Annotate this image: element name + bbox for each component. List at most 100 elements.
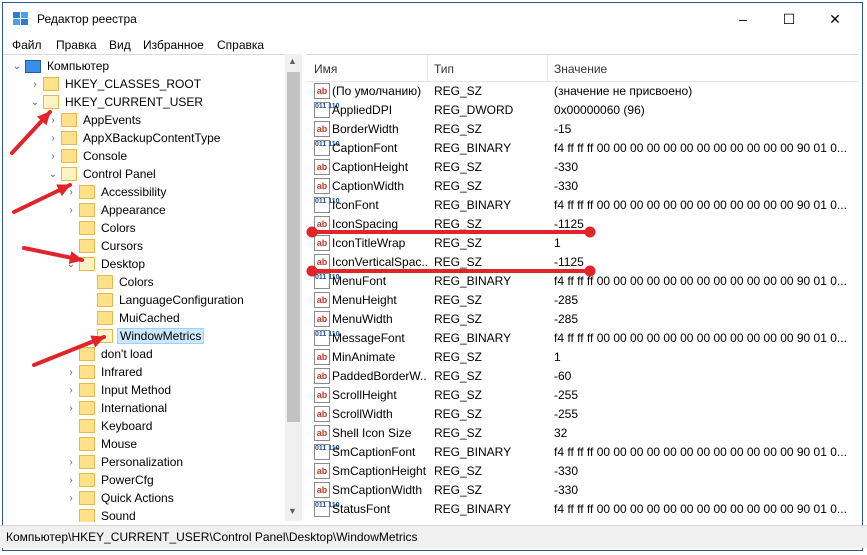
chevron-down-icon[interactable]: ⌄ — [65, 259, 77, 270]
scroll-down-icon[interactable]: ▼ — [288, 506, 297, 516]
value-row[interactable]: ab CaptionWidth REG_SZ -330 — [306, 177, 858, 196]
tree-item[interactable]: › Console — [47, 147, 129, 165]
chevron-right-icon[interactable]: › — [65, 457, 77, 468]
menu-file[interactable]: Файл — [12, 38, 42, 52]
tree-item-label: Sound — [101, 509, 136, 522]
value-row[interactable]: 011 110 SmCaptionFont REG_BINARY f4 ff ff f… — [306, 443, 858, 462]
tree-item[interactable]: Colors — [65, 219, 138, 237]
binary-value-icon: 011 110 — [314, 102, 340, 118]
chevron-right-icon[interactable]: › — [65, 403, 77, 414]
chevron-down-icon[interactable]: ⌄ — [11, 61, 23, 72]
value-type: REG_SZ — [434, 293, 483, 307]
chevron-right-icon[interactable]: › — [65, 475, 77, 486]
tree-item[interactable]: Keyboard — [65, 417, 154, 435]
chevron-right-icon[interactable]: › — [29, 79, 41, 90]
value-type: REG_SZ — [434, 312, 483, 326]
tree-item[interactable]: Sound — [65, 507, 138, 522]
chevron-right-icon[interactable]: › — [65, 367, 77, 378]
chevron-right-icon[interactable]: › — [65, 205, 77, 216]
value-row[interactable]: ab BorderWidth REG_SZ -15 — [306, 120, 858, 139]
value-row[interactable]: ab CaptionHeight REG_SZ -330 — [306, 158, 858, 177]
value-row[interactable]: 011 110 MenuFont REG_BINARY f4 ff ff ff 00 … — [306, 272, 858, 291]
value-row[interactable]: ab PaddedBorderW... REG_SZ -60 — [306, 367, 858, 386]
menu-favorites[interactable]: Избранное — [143, 38, 204, 52]
column-separator[interactable] — [547, 55, 548, 81]
tree-item[interactable]: › PowerCfg — [65, 471, 156, 489]
maximize-button[interactable]: ☐ — [766, 3, 812, 35]
chevron-right-icon[interactable]: › — [65, 493, 77, 504]
value-row[interactable]: 011 110 IconFont REG_BINARY f4 ff ff ff 00 … — [306, 196, 858, 215]
value-value: -15 — [554, 122, 572, 136]
chevron-down-icon[interactable]: ⌄ — [47, 169, 59, 180]
value-row[interactable]: ab ScrollHeight REG_SZ -255 — [306, 386, 858, 405]
registry-tree[interactable]: ⌄ Компьютер › HKEY_CLASSES_ROOT ⌄ HKEY_CURREN… — [3, 54, 285, 522]
tree-item[interactable]: Colors — [83, 273, 156, 291]
value-row[interactable]: 011 110 AppliedDPI REG_DWORD 0x00000060 (96… — [306, 101, 858, 120]
tree-item[interactable]: Cursors — [65, 237, 145, 255]
tree-item[interactable]: › International — [65, 399, 169, 417]
value-row[interactable]: ab ScrollWidth REG_SZ -255 — [306, 405, 858, 424]
chevron-down-icon[interactable]: ⌄ — [29, 97, 41, 108]
value-row[interactable]: 011 110 MessageFont REG_BINARY f4 ff ff ff … — [306, 329, 858, 348]
tree-item[interactable]: › HKEY_CLASSES_ROOT — [29, 75, 203, 93]
value-type: REG_SZ — [434, 84, 483, 98]
menu-edit[interactable]: Правка — [56, 38, 97, 52]
value-value: -255 — [554, 407, 579, 421]
tree-item[interactable]: ⌄ Control Panel — [47, 165, 158, 183]
column-name-header[interactable]: Имя — [314, 62, 337, 76]
value-row[interactable]: ab MinAnimate REG_SZ 1 — [306, 348, 858, 367]
chevron-right-icon[interactable]: › — [65, 385, 77, 396]
tree-scroll-thumb[interactable] — [287, 72, 300, 422]
value-row[interactable]: ab MenuHeight REG_SZ -285 — [306, 291, 858, 310]
tree-item[interactable]: ⌄ Компьютер — [11, 57, 111, 75]
folder-icon — [79, 509, 95, 522]
value-row[interactable]: ab Shell Icon Size REG_SZ 32 — [306, 424, 858, 443]
tree-scrollbar[interactable]: ▲ ▼ — [285, 54, 302, 521]
tree-item[interactable]: › Infrared — [65, 363, 144, 381]
value-value: -285 — [554, 312, 579, 326]
value-type: REG_SZ — [434, 160, 483, 174]
value-name: MenuWidth — [332, 312, 393, 326]
value-row[interactable]: 011 110 CaptionFont REG_BINARY f4 ff ff ff … — [306, 139, 858, 158]
string-value-icon: ab — [314, 406, 330, 422]
column-separator[interactable] — [427, 55, 428, 81]
tree-item[interactable]: › Input Method — [65, 381, 173, 399]
value-row[interactable]: ab IconVerticalSpac... REG_SZ -1125 — [306, 253, 858, 272]
string-value-icon: ab — [314, 178, 330, 194]
column-type-header[interactable]: Тип — [434, 62, 454, 76]
value-name: CaptionWidth — [332, 179, 405, 193]
tree-item[interactable]: › AppEvents — [47, 111, 143, 129]
value-row[interactable]: 011 110 StatusFont REG_BINARY f4 ff ff ff 0… — [306, 500, 858, 519]
minimize-button[interactable]: – — [720, 3, 766, 35]
tree-item[interactable]: Mouse — [65, 435, 139, 453]
value-row[interactable]: ab SmCaptionHeight REG_SZ -330 — [306, 462, 858, 481]
chevron-right-icon[interactable]: › — [65, 187, 77, 198]
values-list[interactable]: Имя Тип Значение ab (По умолчанию) REG_SZ(… — [306, 54, 858, 522]
scroll-up-icon[interactable]: ▲ — [288, 56, 297, 66]
value-row[interactable]: ab (По умолчанию) REG_SZ (значение не присв… — [306, 82, 858, 101]
tree-item[interactable]: LanguageConfiguration — [83, 291, 246, 309]
tree-item[interactable]: ⌄ Desktop — [65, 255, 147, 273]
folder-icon — [43, 95, 59, 109]
tree-item[interactable]: › AppXBackupContentType — [47, 129, 222, 147]
value-row[interactable]: ab SmCaptionWidth REG_SZ -330 — [306, 481, 858, 500]
value-row[interactable]: ab MenuWidth REG_SZ -285 — [306, 310, 858, 329]
tree-item[interactable]: › Accessibility — [65, 183, 168, 201]
column-value-header[interactable]: Значение — [554, 62, 607, 76]
tree-item[interactable]: MuiCached — [83, 309, 182, 327]
menu-view[interactable]: Вид — [109, 38, 131, 52]
chevron-right-icon[interactable]: › — [47, 133, 59, 144]
tree-item[interactable]: don't load — [65, 345, 155, 363]
tree-item[interactable]: WindowMetrics — [83, 327, 205, 345]
chevron-right-icon[interactable]: › — [47, 115, 59, 126]
tree-item[interactable]: › Quick Actions — [65, 489, 176, 507]
value-row[interactable]: ab IconTitleWrap REG_SZ 1 — [306, 234, 858, 253]
close-button[interactable]: ✕ — [812, 3, 858, 35]
value-row[interactable]: ab IconSpacing REG_SZ -1125 — [306, 215, 858, 234]
chevron-right-icon[interactable]: › — [47, 151, 59, 162]
tree-item[interactable]: › Personalization — [65, 453, 185, 471]
menu-help[interactable]: Справка — [217, 38, 264, 52]
tree-item[interactable]: › Appearance — [65, 201, 168, 219]
folder-icon — [61, 149, 77, 163]
tree-item[interactable]: ⌄ HKEY_CURRENT_USER — [29, 93, 205, 111]
